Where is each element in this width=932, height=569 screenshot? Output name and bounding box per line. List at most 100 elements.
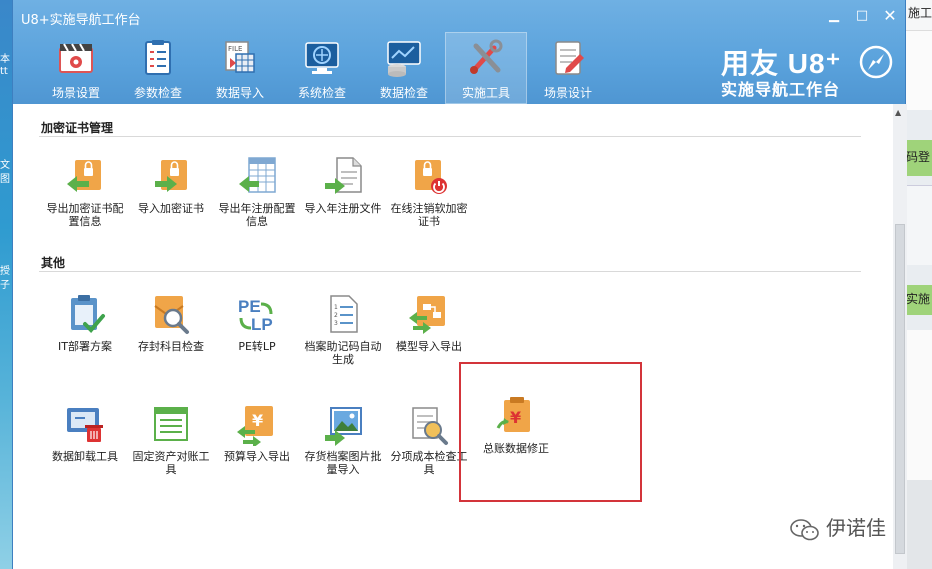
- tool-label: 导出加密证书配置信息: [46, 202, 124, 228]
- tool-archive-mnemonic-autogen[interactable]: 1 2 3 档案助记码自动生成: [300, 292, 386, 366]
- desktop-left-text-5: 授: [0, 266, 10, 277]
- watermark-text: 伊诺佳: [826, 516, 886, 540]
- section-title-cert: 加密证书管理: [41, 121, 114, 135]
- tool-pe-to-lp[interactable]: PE LP PE转LP: [214, 292, 300, 353]
- inventory-image-batch-import-icon: [325, 407, 362, 446]
- minimize-button[interactable]: ▁: [823, 6, 845, 26]
- bg-right-text-1: 施工作: [908, 6, 932, 20]
- desktop-left-text-6: 子: [0, 280, 10, 291]
- tool-label: 导出年注册配置信息: [218, 202, 296, 228]
- import-cert-icon: [155, 160, 187, 192]
- tool-model-import-export[interactable]: 模型导入导出: [386, 292, 472, 353]
- data-import-icon: FILE: [225, 41, 255, 73]
- svg-text:1: 1: [334, 304, 338, 311]
- tool-online-revoke-soft-cert[interactable]: 在线注销软加密证书: [386, 154, 472, 228]
- svg-text:2: 2: [334, 312, 338, 319]
- brand-logo: 用友 U8⁺ 实施导航工作台: [721, 38, 893, 99]
- scene-settings-icon: [59, 43, 93, 73]
- tool-label: 模型导入导出: [396, 340, 462, 353]
- import-annual-registration-file-icon: [325, 157, 362, 194]
- tool-import-cert[interactable]: 导入加密证书: [128, 154, 214, 215]
- tab-data-import[interactable]: FILE 数据导入: [199, 32, 281, 104]
- window-controls: ▁ □ ✕: [823, 6, 901, 26]
- section-title-other: 其他: [41, 256, 66, 270]
- tool-label: 预算导入导出: [224, 450, 290, 463]
- desktop-left-text-1: 本: [0, 54, 10, 65]
- export-cert-config-icon: [67, 160, 101, 192]
- system-check-icon: [305, 42, 339, 74]
- tool-budget-import-export[interactable]: ¥ 预算导入导出: [214, 402, 300, 463]
- fixed-asset-reconcile-icon: [154, 407, 188, 441]
- desktop-left-text-2: tt: [0, 66, 8, 77]
- tool-label: 导入加密证书: [138, 202, 204, 215]
- tool-label: 导入年注册文件: [304, 202, 382, 215]
- tool-label: 数据卸载工具: [52, 450, 118, 463]
- scrollbar-thumb[interactable]: [895, 224, 905, 554]
- sealed-subject-check-icon: [154, 296, 189, 334]
- archive-mnemonic-autogen-icon: 1 2 3: [330, 295, 358, 333]
- tool-data-unload[interactable]: 数据卸载工具: [42, 402, 128, 463]
- budget-import-export-icon: ¥: [237, 406, 273, 446]
- main-toolbar: 场景设置 参数检查 FILE 数据导入 系统检查 数据检查 实施工具 场景设计: [35, 32, 609, 104]
- svg-text:PE: PE: [238, 297, 261, 316]
- pe-to-lp-icon: PE LP: [238, 297, 273, 334]
- compass-icon: [859, 45, 893, 79]
- tool-label: 在线注销软加密证书: [390, 202, 468, 228]
- bg-right-text-3: 实施: [906, 292, 931, 306]
- tool-sealed-subject-check[interactable]: 存封科目检查: [128, 292, 214, 353]
- bg-right-text-2: 码登: [906, 150, 931, 164]
- vertical-scrollbar[interactable]: ▲: [893, 104, 907, 569]
- svg-text:¥: ¥: [252, 411, 263, 430]
- svg-text:LP: LP: [251, 315, 273, 334]
- tab-system-check[interactable]: 系统检查: [281, 32, 363, 104]
- scroll-up-icon[interactable]: ▲: [895, 108, 901, 117]
- tab-label: 系统检查: [297, 86, 346, 100]
- tab-label: 场景设计: [543, 86, 592, 100]
- tab-implementation-tools[interactable]: 实施工具: [445, 32, 527, 104]
- close-button[interactable]: ✕: [879, 6, 901, 26]
- tool-it-deployment-plan[interactable]: IT部署方案: [42, 292, 128, 353]
- tool-label: PE转LP: [238, 340, 276, 353]
- window-title: U8+实施导航工作台: [21, 13, 141, 28]
- tab-scene-settings[interactable]: 场景设置: [35, 32, 117, 104]
- tool-import-annual-registration-file[interactable]: 导入年注册文件: [300, 154, 386, 215]
- tool-label: 存货档案图片批量导入: [304, 450, 382, 476]
- model-import-export-icon: [409, 296, 445, 334]
- tool-label: 档案助记码自动生成: [304, 340, 382, 366]
- tab-data-check[interactable]: 数据检查: [363, 32, 445, 104]
- tool-inventory-image-batch-import[interactable]: 存货档案图片批量导入: [300, 402, 386, 476]
- maximize-button[interactable]: □: [851, 6, 873, 26]
- tool-label: 固定资产对账工具: [132, 450, 210, 476]
- tools-panel: 加密证书管理 导出加密证书配置信息 导入加密证书 导出年注册配置信息 导入年注册…: [13, 104, 893, 569]
- tab-parameter-check[interactable]: 参数检查: [117, 32, 199, 104]
- online-revoke-soft-cert-icon: [415, 160, 447, 194]
- parameter-check-icon: [145, 40, 171, 75]
- implementation-tools-icon: [470, 39, 503, 74]
- section-divider: [39, 271, 861, 272]
- tab-label: 数据导入: [215, 86, 264, 100]
- it-deployment-plan-icon: [71, 295, 105, 333]
- tab-label: 数据检查: [379, 86, 428, 100]
- tool-export-annual-registration-config[interactable]: 导出年注册配置信息: [214, 154, 300, 228]
- svg-text:3: 3: [334, 320, 338, 327]
- tab-label: 参数检查: [133, 86, 182, 100]
- tool-export-cert-config[interactable]: 导出加密证书配置信息: [42, 154, 128, 228]
- itemized-cost-check-icon: [412, 407, 448, 445]
- main-window: U8+实施导航工作台 ▁ □ ✕ 场景设置 参数检查 FILE 数据导入 系统检…: [12, 0, 907, 569]
- tool-label: 存封科目检查: [138, 340, 204, 353]
- tool-label: IT部署方案: [58, 340, 112, 353]
- highlight-frame: [459, 362, 642, 502]
- data-unload-tool-icon: [67, 408, 103, 442]
- tab-scene-design[interactable]: 场景设计: [527, 32, 609, 104]
- svg-text:FILE: FILE: [228, 45, 242, 53]
- desktop-left-strip: 本 tt 文 图 授 子: [0, 0, 12, 569]
- export-annual-registration-config-icon: [239, 157, 276, 193]
- tool-fixed-asset-reconcile[interactable]: 固定资产对账工具: [128, 402, 214, 476]
- title-bar: U8+实施导航工作台 ▁ □ ✕ 场景设置 参数检查 FILE 数据导入 系统检…: [13, 0, 905, 104]
- desktop-left-text-4: 图: [0, 174, 10, 185]
- data-check-icon: [387, 41, 421, 77]
- wechat-icon: [790, 518, 819, 540]
- section-divider: [39, 136, 861, 137]
- watermark: 伊诺佳: [790, 512, 886, 541]
- background-window-right: 施工作 码登 实施: [906, 0, 932, 569]
